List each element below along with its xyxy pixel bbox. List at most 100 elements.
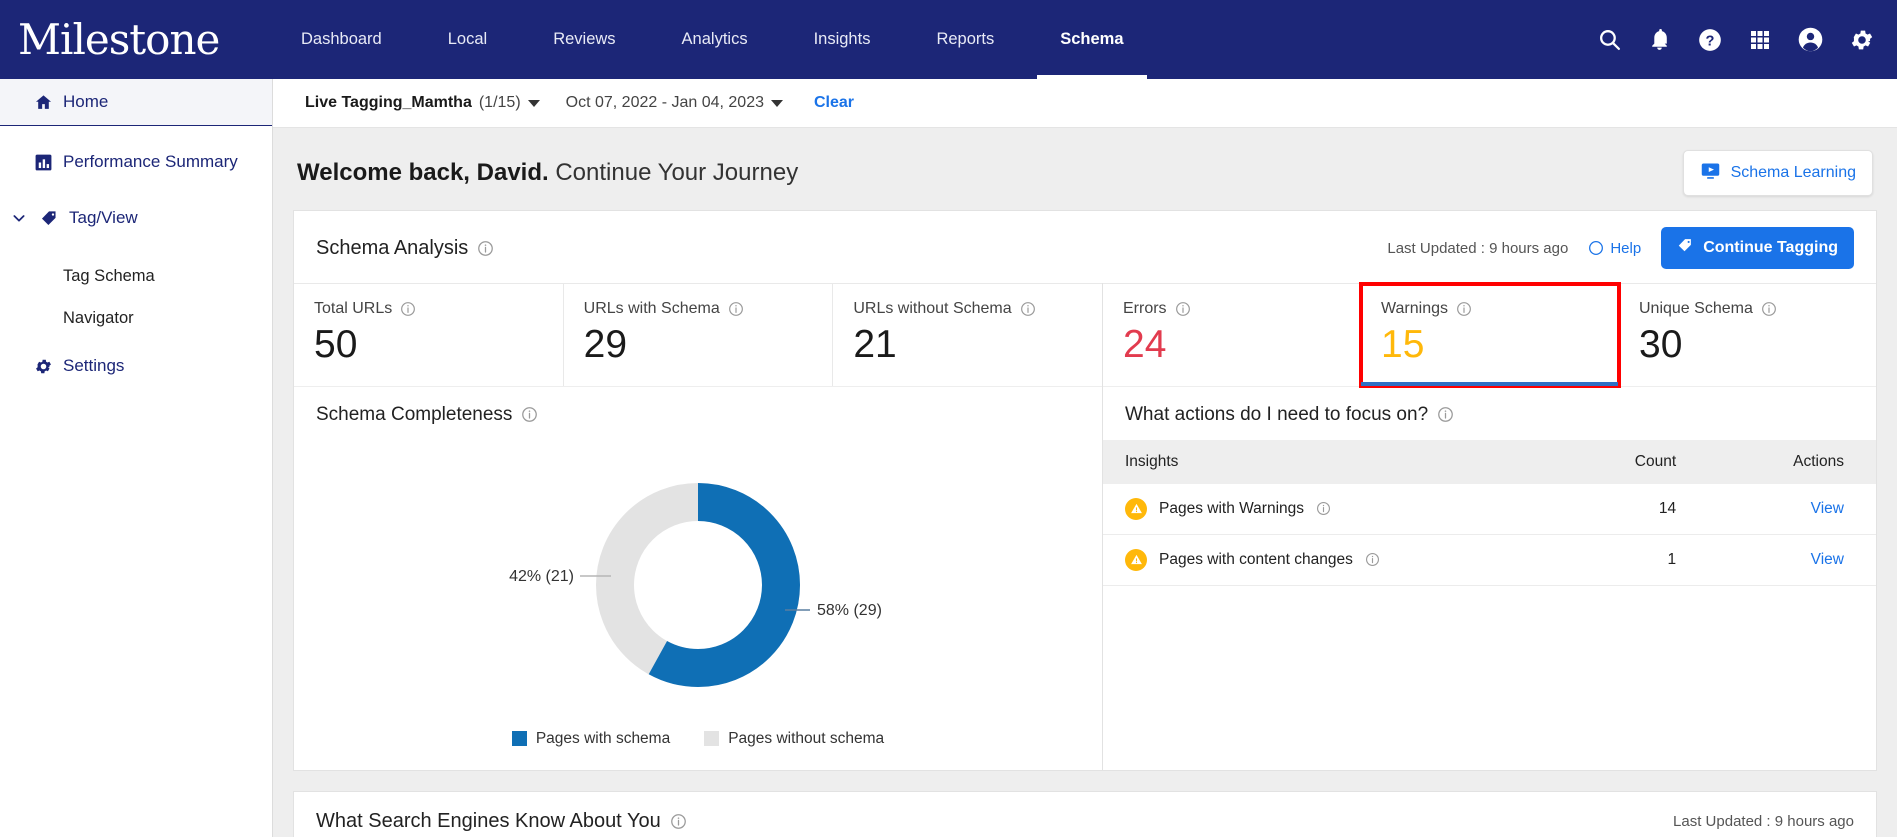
sidebar: Home Performance Summary Tag/View Tag Sc… [0,79,273,837]
metric-label-group: Warnings [1381,300,1598,318]
nav-item-dashboard[interactable]: Dashboard [278,0,405,79]
info-icon[interactable] [670,813,687,830]
view-link[interactable]: View [1811,500,1844,517]
nav-item-reports[interactable]: Reports [913,0,1017,79]
column-header-count: Count [1558,439,1717,484]
sidebar-item-settings[interactable]: Settings [0,343,272,389]
insight-cell-content: Pages with Warnings [1125,497,1537,520]
sidebar-item-navigator[interactable]: Navigator [0,297,272,339]
schema-analysis-left-column: Total URLs 50 URLs with Schema 29 URLs w… [294,283,1103,770]
schema-analysis-right-column: Errors 24 Warnings 15 Unique Schema 30 W… [1103,282,1876,770]
nav-item-local[interactable]: Local [425,0,510,79]
metric-tile-unique-schema[interactable]: Unique Schema 30 [1619,284,1876,386]
welcome-row: Welcome back, David. Continue Your Journ… [293,128,1877,210]
info-icon[interactable] [521,406,538,423]
info-icon[interactable] [477,240,494,257]
focus-actions-title: What actions do I need to focus on? [1125,403,1429,425]
schema-analysis-title-group: Schema Analysis [316,237,494,260]
schema-analysis-title: Schema Analysis [316,236,469,259]
metric-tile-total-urls[interactable]: Total URLs 50 [294,284,564,386]
help-circle-icon[interactable]: ? [1697,27,1723,53]
insight-label-pages-with-content-changes: Pages with content changes [1159,550,1353,568]
nav-item-insights[interactable]: Insights [791,0,894,79]
metric-tile-warnings[interactable]: Warnings 15 [1359,282,1621,388]
legend-item-pages-with-schema[interactable]: Pages with schema [511,730,670,748]
milestone-logo[interactable]: Milestone [0,18,220,61]
apps-grid-icon[interactable] [1748,28,1772,52]
search-engines-title-group: What Search Engines Know About You [316,810,687,833]
search-icon[interactable] [1597,27,1622,52]
sidebar-item-tag-schema[interactable]: Tag Schema [0,255,272,297]
search-engines-card: What Search Engines Know About You Last … [293,790,1877,837]
main-content: Live Tagging_Mamtha (1/15) Oct 07, 2022 … [273,79,1897,837]
gear-icon[interactable] [1849,27,1875,53]
table-row[interactable]: Pages with Warnings 14 View [1103,483,1876,535]
welcome-greeting: Welcome back, David. [297,159,549,186]
legend-item-pages-without-schema[interactable]: Pages without schema [704,730,884,748]
sidebar-item-home[interactable]: Home [0,79,272,126]
account-count: (1/15) [478,94,521,111]
insights-table-body: Pages with Warnings 14 View Pages with c… [1103,483,1876,586]
metric-label-group: Total URLs [314,300,543,318]
warning-triangle-icon [1125,497,1147,520]
info-icon[interactable] [1761,301,1777,317]
sidebar-item-performance-summary[interactable]: Performance Summary [0,139,272,185]
metric-tile-errors[interactable]: Errors 24 [1103,284,1361,386]
help-link-label: Help [1610,239,1642,257]
schema-learning-button[interactable]: Schema Learning [1682,150,1873,196]
info-icon[interactable] [1456,301,1472,317]
metric-tile-urls-without-schema[interactable]: URLs without Schema 21 [833,284,1102,386]
chevron-down-icon[interactable] [11,210,29,226]
view-link[interactable]: View [1811,551,1844,568]
info-icon[interactable] [1175,301,1191,317]
bell-icon[interactable] [1647,27,1672,52]
cell-actions: View [1716,534,1876,586]
schema-completeness-header: Schema Completeness [294,385,1102,440]
sidebar-item-tag-view[interactable]: Tag/View [0,195,272,241]
metric-label-group: URLs without Schema [853,300,1082,318]
home-icon [33,93,53,112]
metric-label-unique-schema: Unique Schema [1639,300,1753,317]
nav-item-analytics[interactable]: Analytics [659,0,771,79]
cell-insight: Pages with Warnings [1103,483,1559,535]
column-header-insights: Insights [1103,439,1559,484]
page-body: Home Performance Summary Tag/View Tag Sc… [0,79,1897,837]
info-icon[interactable] [1020,301,1036,317]
info-icon[interactable] [400,301,416,317]
sidebar-item-label-tag-schema: Tag Schema [63,266,155,285]
tag-icon [1677,237,1694,259]
sidebar-item-label-navigator: Navigator [63,308,134,327]
metric-tile-urls-with-schema[interactable]: URLs with Schema 29 [564,284,834,386]
svg-text:42% (21): 42% (21) [509,568,574,585]
insight-label-pages-with-warnings: Pages with Warnings [1159,499,1305,517]
account-circle-icon[interactable] [1797,26,1824,53]
schema-analysis-header: Schema Analysis Last Updated : 9 hours a… [294,211,1876,283]
table-row[interactable]: Pages with content changes 1 View [1103,534,1876,586]
column-header-actions: Actions [1716,439,1876,484]
table-header-row: Insights Count Actions [1103,439,1876,484]
info-icon[interactable] [1316,501,1331,516]
info-icon[interactable] [1437,406,1454,423]
help-link[interactable]: Help [1588,240,1641,257]
focus-actions-header: What actions do I need to focus on? [1103,385,1876,440]
search-engines-title: What Search Engines Know About You [316,809,661,832]
last-updated-text: Last Updated : 9 hours ago [1387,239,1569,257]
filter-bar: Live Tagging_Mamtha (1/15) Oct 07, 2022 … [273,79,1897,128]
metric-value-errors: 24 [1123,323,1167,366]
metric-label-total-urls: Total URLs [314,300,393,317]
account-selector[interactable]: Live Tagging_Mamtha (1/15) [305,94,540,112]
search-engines-header: What Search Engines Know About You Last … [294,792,1876,837]
warning-triangle-icon [1125,548,1147,571]
scroll-area[interactable]: Welcome back, David. Continue Your Journ… [273,128,1897,837]
continue-tagging-button[interactable]: Continue Tagging [1661,227,1854,269]
nav-item-reviews[interactable]: Reviews [530,0,638,79]
top-navigation-bar: Milestone Dashboard Local Reviews Analyt… [0,0,1897,79]
clear-filters-button[interactable]: Clear [814,94,854,112]
info-icon[interactable] [728,301,744,317]
nav-item-schema[interactable]: Schema [1037,0,1147,79]
sidebar-item-label-performance: Performance Summary [63,152,238,171]
date-range-selector[interactable]: Oct 07, 2022 - Jan 04, 2023 [566,94,783,112]
welcome-subtitle: Continue Your Journey [548,159,799,186]
page-title: Welcome back, David. Continue Your Journ… [297,159,798,187]
info-icon[interactable] [1365,552,1380,567]
